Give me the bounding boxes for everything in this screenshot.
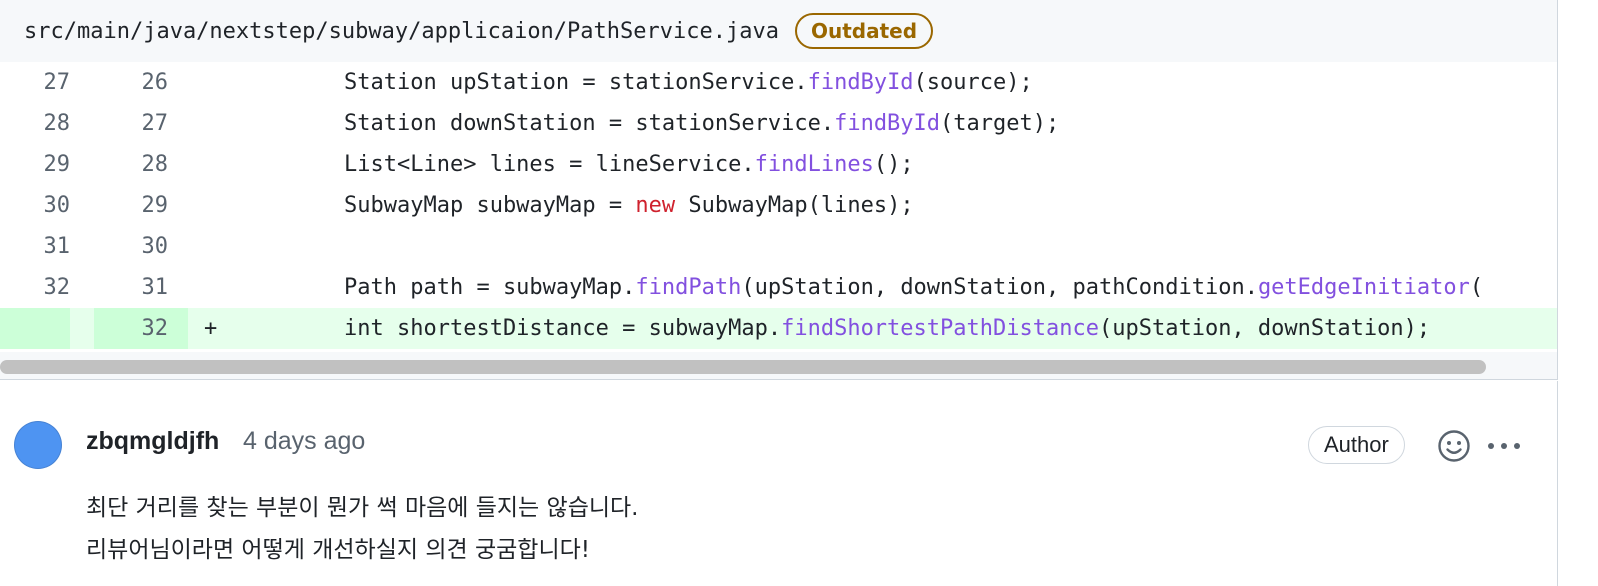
horizontal-scrollbar[interactable] xyxy=(0,352,1558,380)
code-function: findById xyxy=(834,111,941,136)
new-line-number[interactable]: 31 xyxy=(94,267,188,308)
code-line: Station downStation = stationService.fin… xyxy=(344,103,1059,144)
code-line: SubwayMap subwayMap = new SubwayMap(line… xyxy=(344,185,914,226)
old-line-number[interactable]: 29 xyxy=(0,144,71,185)
code-line: Path path = subwayMap.findPath(upStation… xyxy=(344,267,1483,308)
old-line-number[interactable]: 27 xyxy=(0,62,71,103)
new-line-number[interactable]: 27 xyxy=(94,103,188,144)
new-line-number[interactable]: 32 xyxy=(94,308,188,349)
diff-row: 28 27 Station downStation = stationService… xyxy=(0,103,1557,144)
diff-row: 27 26 Station upStation = stationService.f… xyxy=(0,62,1557,103)
diff-view: 27 26 Station upStation = stationService.f… xyxy=(0,62,1558,352)
code-text: ( xyxy=(1469,275,1484,300)
code-text: (); xyxy=(873,152,914,177)
new-line-number[interactable]: 30 xyxy=(94,226,188,267)
scrollbar-thumb[interactable] xyxy=(0,360,1486,374)
code-line: int shortestDistance = subwayMap.findSho… xyxy=(344,308,1430,349)
author-badge: Author xyxy=(1308,426,1405,464)
new-line-number[interactable]: 26 xyxy=(94,62,188,103)
file-path[interactable]: src/main/java/nextstep/subway/applicaion… xyxy=(24,19,779,44)
avatar[interactable] xyxy=(14,421,62,469)
code-function: findById xyxy=(807,70,914,95)
add-reaction-button[interactable] xyxy=(1436,428,1472,464)
diff-row: 31 30 xyxy=(0,226,1557,267)
file-header: src/main/java/nextstep/subway/applicaion… xyxy=(0,0,1558,62)
code-function: findPath xyxy=(635,275,742,300)
old-line-number[interactable]: 30 xyxy=(0,185,71,226)
comment-body: 최단 거리를 찾는 부분이 뭔가 썩 마음에 들지는 않습니다. 리뷰어님이라면… xyxy=(86,487,638,571)
code-text: SubwayMap(lines); xyxy=(675,193,914,218)
comment-line: 최단 거리를 찾는 부분이 뭔가 썩 마음에 들지는 않습니다. xyxy=(86,495,639,521)
diff-marker: + xyxy=(204,316,218,341)
code-text: Path path = subwayMap. xyxy=(344,275,636,300)
code-line: Station upStation = stationService.findB… xyxy=(344,62,1033,103)
outdated-badge: Outdated xyxy=(794,13,934,49)
code-text: SubwayMap subwayMap = xyxy=(344,193,636,218)
code-text: (upStation, downStation); xyxy=(1098,316,1431,341)
diff-row: 32 31 Path path = subwayMap.findPath(upSta… xyxy=(0,267,1557,308)
diff-row: 29 28 List<Line> lines = lineService.findL… xyxy=(0,144,1557,185)
comment-author[interactable]: zbqmgldjfh xyxy=(86,427,219,456)
code-function: findShortestPathDistance xyxy=(781,316,1099,341)
code-text: int shortestDistance = subwayMap. xyxy=(344,316,782,341)
comment-timestamp[interactable]: 4 days ago xyxy=(243,427,365,456)
code-text: (upStation, downStation, pathCondition. xyxy=(741,275,1258,300)
old-line-number[interactable]: 31 xyxy=(0,226,71,267)
code-text: Station downStation = stationService. xyxy=(344,111,835,136)
diff-row-added: 32 + int shortestDistance = subwayMap.find… xyxy=(0,308,1557,349)
old-line-number[interactable]: 32 xyxy=(0,267,71,308)
code-text: (source); xyxy=(913,70,1033,95)
code-line: List<Line> lines = lineService.findLines… xyxy=(344,144,914,185)
new-line-number[interactable]: 28 xyxy=(94,144,188,185)
code-function: getEdgeInitiator xyxy=(1257,275,1470,300)
more-options-button[interactable] xyxy=(1484,428,1524,464)
new-line-number[interactable]: 29 xyxy=(94,185,188,226)
review-comment: zbqmgldjfh 4 days ago Author 최단 거리를 찾는 부… xyxy=(0,381,1558,586)
diff-row: 30 29 SubwayMap subwayMap = new SubwayMap(… xyxy=(0,185,1557,226)
kebab-menu-icon xyxy=(1488,443,1520,449)
code-text: List<Line> lines = lineService. xyxy=(344,152,755,177)
old-line-number[interactable] xyxy=(0,308,70,349)
code-function: findLines xyxy=(754,152,874,177)
code-text: (target); xyxy=(940,111,1060,136)
smiley-icon xyxy=(1438,430,1470,462)
code-text: Station upStation = stationService. xyxy=(344,70,808,95)
comment-line: 리뷰어님이라면 어떻게 개선하실지 의견 궁굼합니다! xyxy=(86,537,590,563)
old-line-number[interactable]: 28 xyxy=(0,103,71,144)
code-keyword: new xyxy=(635,193,676,218)
